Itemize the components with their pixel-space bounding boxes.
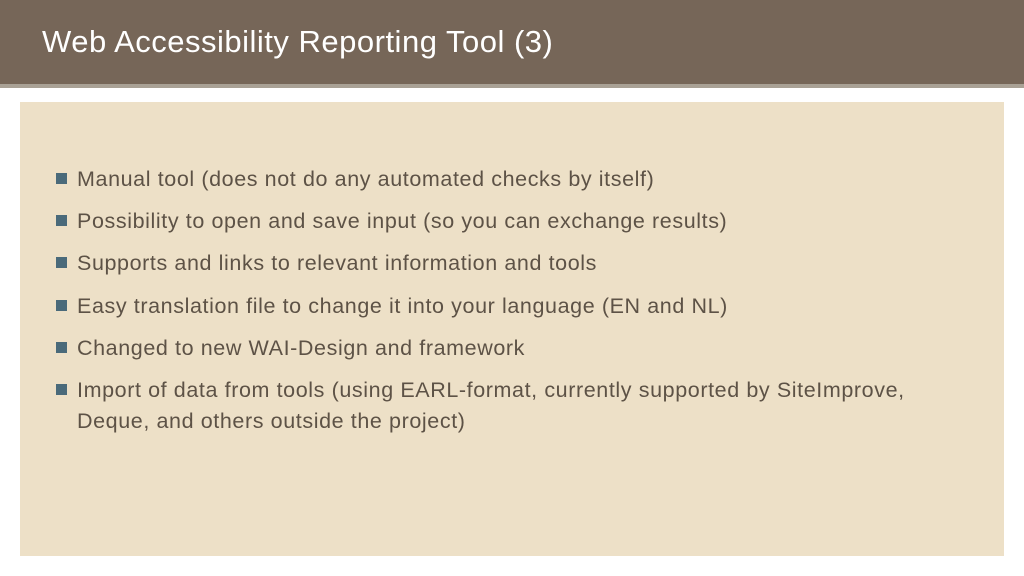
slide-title-bar: Web Accessibility Reporting Tool (3) (0, 0, 1024, 84)
bullet-text: Import of data from tools (using EARL-fo… (77, 375, 972, 437)
slide-title: Web Accessibility Reporting Tool (3) (42, 24, 553, 59)
bullet-text: Possibility to open and save input (so y… (77, 206, 972, 237)
bullet-text: Easy translation file to change it into … (77, 291, 972, 322)
list-item: Manual tool (does not do any automated c… (52, 164, 972, 195)
bullet-icon (56, 257, 67, 268)
list-item: Import of data from tools (using EARL-fo… (52, 375, 972, 437)
slide: Web Accessibility Reporting Tool (3) Man… (0, 0, 1024, 576)
list-item: Changed to new WAI-Design and framework (52, 333, 972, 364)
bullet-list: Manual tool (does not do any automated c… (52, 164, 972, 437)
list-item: Easy translation file to change it into … (52, 291, 972, 322)
bullet-icon (56, 342, 67, 353)
list-item: Possibility to open and save input (so y… (52, 206, 972, 237)
bullet-icon (56, 215, 67, 226)
bullet-icon (56, 384, 67, 395)
title-divider (0, 84, 1024, 88)
bullet-text: Manual tool (does not do any automated c… (77, 164, 972, 195)
bullet-text: Changed to new WAI-Design and framework (77, 333, 972, 364)
bullet-text: Supports and links to relevant informati… (77, 248, 972, 279)
list-item: Supports and links to relevant informati… (52, 248, 972, 279)
bullet-icon (56, 300, 67, 311)
content-area: Manual tool (does not do any automated c… (20, 102, 1004, 556)
bullet-icon (56, 173, 67, 184)
